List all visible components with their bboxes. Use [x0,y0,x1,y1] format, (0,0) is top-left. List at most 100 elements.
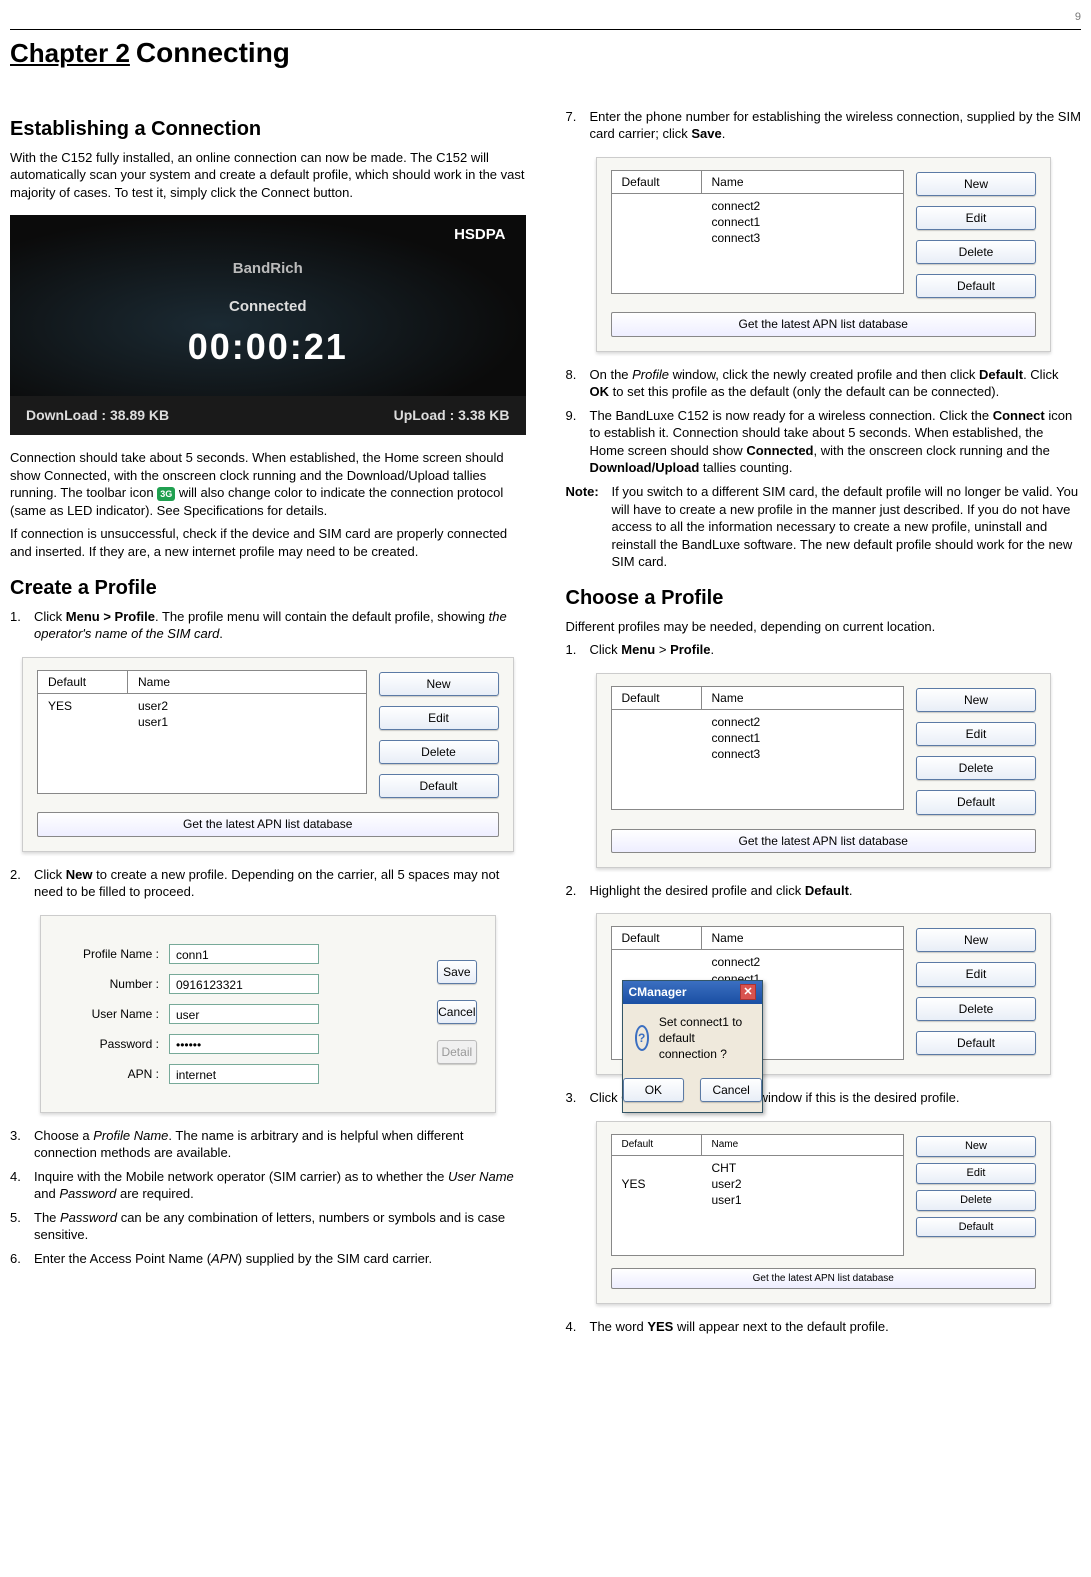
new-button[interactable]: New [916,688,1036,712]
chapter-label: Chapter 2 [10,36,130,71]
list-item[interactable]: connect1 [712,214,894,230]
default-button[interactable]: Default [916,274,1036,298]
dialog-message: Set connect1 to default connection ? [659,1014,750,1063]
t: Default [805,883,849,898]
new-button[interactable]: New [916,928,1036,952]
apn-database-button[interactable]: Get the latest APN list database [37,812,499,836]
delete-button[interactable]: Delete [916,1190,1036,1211]
step-7: 7.Enter the phone number for establishin… [566,108,1082,143]
edit-button[interactable]: Edit [916,722,1036,746]
t: Enter the Access Point Name ( [34,1251,211,1266]
new-button[interactable]: New [379,672,499,696]
close-icon[interactable]: ✕ [740,984,756,1000]
figure-profile-list-final: Default Name YES CHT user2 user1 [596,1121,1052,1304]
t: Highlight the desired profile and click [590,883,805,898]
note-text: If you switch to a different SIM card, t… [612,483,1082,571]
delete-button[interactable]: Delete [916,240,1036,264]
para-choose: Different profiles may be needed, depend… [566,618,1082,636]
dialog-titlebar: CManager ✕ [623,981,763,1003]
save-button[interactable]: Save [437,960,476,984]
figure-profile-form: Profile Name :conn1 Number :0916123321 U… [40,915,496,1113]
step-3: 3.Choose a Profile Name. The name is arb… [10,1127,526,1162]
t: to create a new profile. Depending on th… [34,867,499,900]
name-cells: CHT user2 user1 [702,1156,904,1255]
list-item[interactable]: user1 [138,714,356,730]
new-button[interactable]: New [916,1136,1036,1157]
t: Profile [670,642,710,657]
t: Inquire with the Mobile network operator… [34,1169,448,1184]
cancel-button[interactable]: Cancel [437,1000,476,1024]
t: will appear next to the default profile. [673,1319,888,1334]
delete-button[interactable]: Delete [379,740,499,764]
default-button[interactable]: Default [916,1031,1036,1055]
t: ) supplied by the SIM card carrier. [238,1251,432,1266]
input-profile-name[interactable]: conn1 [169,944,319,964]
t: Click [34,867,66,882]
top-rule [10,29,1081,30]
t: window, click the newly created profile … [669,367,979,382]
step-num: 4. [10,1168,28,1203]
choose-steps-2: 2. Highlight the desired profile and clic… [566,882,1082,900]
default-button[interactable]: Default [916,790,1036,814]
t: to set this profile as the default (only… [609,384,999,399]
col-default: Default [38,671,128,693]
list-body[interactable]: connect2 connect1 connect3 [611,710,905,810]
label-number: Number : [59,976,159,992]
step-1: 1. Click Menu > Profile. The profile men… [10,608,526,643]
list-body[interactable]: YES CHT user2 user1 [611,1156,905,1256]
input-user-name[interactable]: user [169,1004,319,1024]
default-button[interactable]: Default [916,1217,1036,1238]
apn-database-button[interactable]: Get the latest APN list database [611,829,1037,853]
t: Password [59,1186,116,1201]
apn-database-button[interactable]: Get the latest APN list database [611,312,1037,336]
t: Menu [621,642,655,657]
list-body[interactable]: connect2 connect1 connect3 [611,194,905,294]
list-item[interactable]: user2 [138,698,356,714]
step-num: 4. [566,1318,584,1336]
heading-create-profile: Create a Profile [10,575,526,602]
step-num: 2. [566,882,584,900]
edit-button[interactable]: Edit [916,206,1036,230]
list-item[interactable]: connect2 [712,954,894,970]
step-text: Inquire with the Mobile network operator… [34,1168,526,1203]
list-item[interactable]: connect3 [712,746,894,762]
apn-database-button[interactable]: Get the latest APN list database [611,1268,1037,1290]
input-apn[interactable]: internet [169,1064,319,1084]
input-number[interactable]: 0916123321 [169,974,319,994]
t: Connected [746,443,813,458]
chapter-heading: Chapter 2 Connecting [10,34,1081,72]
step-num: 1. [10,608,28,643]
t: . Click [1023,367,1058,382]
t: tallies counting. [699,460,792,475]
button-column: New Edit Delete Default [379,670,499,801]
default-button[interactable]: Default [379,774,499,798]
list-item[interactable]: user2 [712,1176,894,1192]
edit-button[interactable]: Edit [916,962,1036,986]
ok-button[interactable]: OK [623,1078,685,1102]
step-text: Choose a Profile Name. The name is arbit… [34,1127,526,1162]
note-label: Note: [566,483,606,571]
list-item[interactable]: connect1 [712,730,894,746]
step-text: Click New to create a new profile. Depen… [34,866,526,901]
t: . [711,642,715,657]
delete-button[interactable]: Delete [916,997,1036,1021]
input-password[interactable]: •••••• [169,1034,319,1054]
edit-button[interactable]: Edit [916,1163,1036,1184]
list-item[interactable]: connect2 [712,714,894,730]
cancel-button[interactable]: Cancel [700,1078,762,1102]
label-apn: APN : [59,1066,159,1082]
col-name: Name [702,687,904,709]
t: Click [34,609,66,624]
list-body[interactable]: YES user2 user1 [37,694,367,794]
t: Choose a [34,1128,93,1143]
list-header: Default Name [37,670,367,694]
new-button[interactable]: New [916,172,1036,196]
list-item[interactable]: connect2 [712,198,894,214]
edit-button[interactable]: Edit [379,706,499,730]
delete-button[interactable]: Delete [916,756,1036,780]
list-item[interactable]: CHT [712,1160,894,1176]
list-item[interactable]: connect3 [712,230,894,246]
t: Password [60,1210,117,1225]
list-item[interactable]: user1 [712,1192,894,1208]
default-cell: YES [38,694,128,793]
